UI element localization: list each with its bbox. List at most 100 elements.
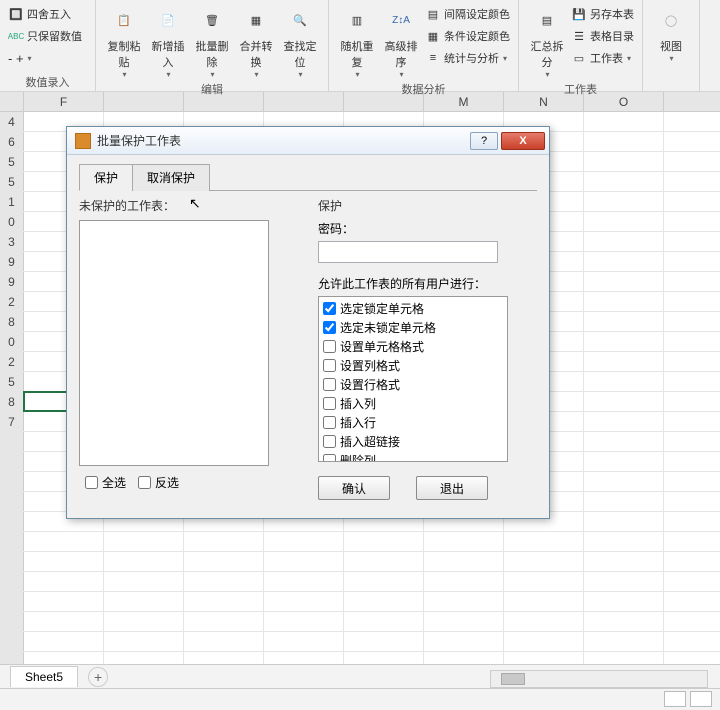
view-icon: ◯ xyxy=(655,4,687,36)
permission-item[interactable]: 插入超链接 xyxy=(319,432,507,451)
row-header[interactable]: 3 xyxy=(0,232,24,251)
select-all-checkbox[interactable]: 全选 xyxy=(85,474,126,491)
cell[interactable] xyxy=(584,232,664,251)
row-header[interactable]: 2 xyxy=(0,292,24,311)
permissions-listbox[interactable]: 选定锁定单元格选定未锁定单元格设置单元格格式设置列格式设置行格式插入列插入行插入… xyxy=(318,296,508,462)
find-locate-button[interactable]: 🔍查找定 位 xyxy=(278,2,322,81)
row-header[interactable]: 4 xyxy=(0,112,24,131)
row-header[interactable]: 5 xyxy=(0,152,24,171)
worksheet-button[interactable]: ▭工作表 xyxy=(569,48,636,68)
toc-button[interactable]: ☰表格目录 xyxy=(569,26,636,46)
permission-item[interactable]: 插入列 xyxy=(319,394,507,413)
cell[interactable] xyxy=(584,192,664,211)
permission-item[interactable]: 插入行 xyxy=(319,413,507,432)
insert-button[interactable]: 📄新增插 入 xyxy=(146,2,190,81)
row-header[interactable]: 1 xyxy=(0,192,24,211)
password-label: 密码： xyxy=(318,220,537,237)
protect-label: 保护 xyxy=(318,197,537,214)
col-header[interactable]: M xyxy=(424,92,504,111)
permission-item[interactable]: 设置单元格格式 xyxy=(319,337,507,356)
col-header[interactable]: N xyxy=(504,92,584,111)
round-button[interactable]: 🔲四舍五入 xyxy=(6,4,89,24)
row-header[interactable]: 6 xyxy=(0,132,24,151)
cell[interactable] xyxy=(584,272,664,291)
row-header[interactable]: 0 xyxy=(0,212,24,231)
view-normal-button[interactable] xyxy=(664,691,686,707)
view-layout-button[interactable] xyxy=(690,691,712,707)
permission-item[interactable]: 设置列格式 xyxy=(319,356,507,375)
batch-protect-dialog: 批量保护工作表 ? X 保护 取消保护 ↖ 未保护的工作表： 全选 反选 保护 … xyxy=(66,126,550,519)
split-button[interactable]: ▤汇总拆 分 xyxy=(525,2,569,81)
col-header[interactable] xyxy=(264,92,344,111)
dialog-tabs: 保护 取消保护 xyxy=(79,163,537,191)
cell[interactable] xyxy=(584,392,664,411)
invert-checkbox[interactable]: 反选 xyxy=(138,474,179,491)
saveas-button[interactable]: 💾另存本表 xyxy=(569,4,636,24)
random-button[interactable]: ▥随机重 复 xyxy=(335,2,379,81)
right-pane: 保护 密码： 允许此工作表的所有用户进行： 选定锁定单元格选定未锁定单元格设置单… xyxy=(318,197,537,500)
col-header[interactable] xyxy=(104,92,184,111)
row-header[interactable]: 8 xyxy=(0,392,24,411)
exit-button[interactable]: 退出 xyxy=(416,476,488,500)
tab-protect[interactable]: 保护 xyxy=(79,164,133,191)
cell[interactable] xyxy=(584,312,664,331)
batch-delete-button[interactable]: 🗑批量删 除 xyxy=(190,2,234,81)
copy-paste-button[interactable]: 📋复制粘 贴 xyxy=(102,2,146,81)
row-header[interactable]: 5 xyxy=(0,172,24,191)
sort-icon: Z↕A xyxy=(385,4,417,36)
ribbon-group-edit: 📋复制粘 贴 📄新增插 入 🗑批量删 除 ▦合并转 换 🔍查找定 位 编辑 xyxy=(96,0,329,92)
interval-color-icon: ▤ xyxy=(425,6,441,22)
worksheet-icon: ▭ xyxy=(571,50,587,66)
row-header[interactable]: 9 xyxy=(0,272,24,291)
sort-button[interactable]: Z↕A高级排 序 xyxy=(379,2,423,81)
col-header[interactable]: O xyxy=(584,92,664,111)
cell[interactable] xyxy=(584,112,664,131)
permission-item[interactable]: 选定未锁定单元格 xyxy=(319,318,507,337)
row-header[interactable]: 8 xyxy=(0,312,24,331)
permission-item[interactable]: 设置行格式 xyxy=(319,375,507,394)
sheet-listbox[interactable] xyxy=(79,220,269,466)
interval-color-button[interactable]: ▤间隔设定颜色 xyxy=(423,4,512,24)
split-icon: ▤ xyxy=(531,4,563,36)
cell[interactable] xyxy=(584,152,664,171)
cell[interactable] xyxy=(584,212,664,231)
numeric-more-button[interactable]: - + xyxy=(6,48,89,68)
col-header[interactable]: F xyxy=(24,92,104,111)
row-header[interactable]: 2 xyxy=(0,352,24,371)
cell[interactable] xyxy=(584,352,664,371)
tab-unprotect[interactable]: 取消保护 xyxy=(132,164,210,191)
merge-convert-button[interactable]: ▦合并转 换 xyxy=(234,2,278,81)
cell[interactable] xyxy=(584,252,664,271)
dialog-titlebar[interactable]: 批量保护工作表 ? X xyxy=(67,127,549,155)
cell[interactable] xyxy=(584,372,664,391)
toc-icon: ☰ xyxy=(571,28,587,44)
col-header[interactable] xyxy=(184,92,264,111)
keep-values-button[interactable]: ABC只保留数值 xyxy=(6,26,89,46)
cell[interactable] xyxy=(584,292,664,311)
cell[interactable] xyxy=(584,332,664,351)
close-button[interactable]: X xyxy=(501,132,545,150)
ok-button[interactable]: 确认 xyxy=(318,476,390,500)
cell[interactable] xyxy=(584,132,664,151)
password-input[interactable] xyxy=(318,241,498,263)
column-headers: F M N O xyxy=(0,92,720,112)
row-header[interactable]: 9 xyxy=(0,252,24,271)
sheet-tab[interactable]: Sheet5 xyxy=(10,666,78,687)
saveas-icon: 💾 xyxy=(571,6,587,22)
stats-button[interactable]: ≡统计与分析 xyxy=(423,48,512,68)
add-sheet-button[interactable]: + xyxy=(88,667,108,687)
cell[interactable] xyxy=(584,172,664,191)
permission-item[interactable]: 删除列 xyxy=(319,451,507,462)
permission-item[interactable]: 选定锁定单元格 xyxy=(319,299,507,318)
cond-color-button[interactable]: ▦条件设定颜色 xyxy=(423,26,512,46)
row-header[interactable]: 5 xyxy=(0,372,24,391)
dialog-icon xyxy=(75,133,91,149)
col-header[interactable] xyxy=(344,92,424,111)
view-button[interactable]: ◯视图 xyxy=(649,2,693,65)
help-button[interactable]: ? xyxy=(470,132,498,150)
horizontal-scrollbar[interactable] xyxy=(490,670,708,688)
cell[interactable] xyxy=(584,412,664,431)
dialog-title: 批量保护工作表 xyxy=(97,132,467,149)
row-header[interactable]: 0 xyxy=(0,332,24,351)
row-header[interactable]: 7 xyxy=(0,412,24,431)
